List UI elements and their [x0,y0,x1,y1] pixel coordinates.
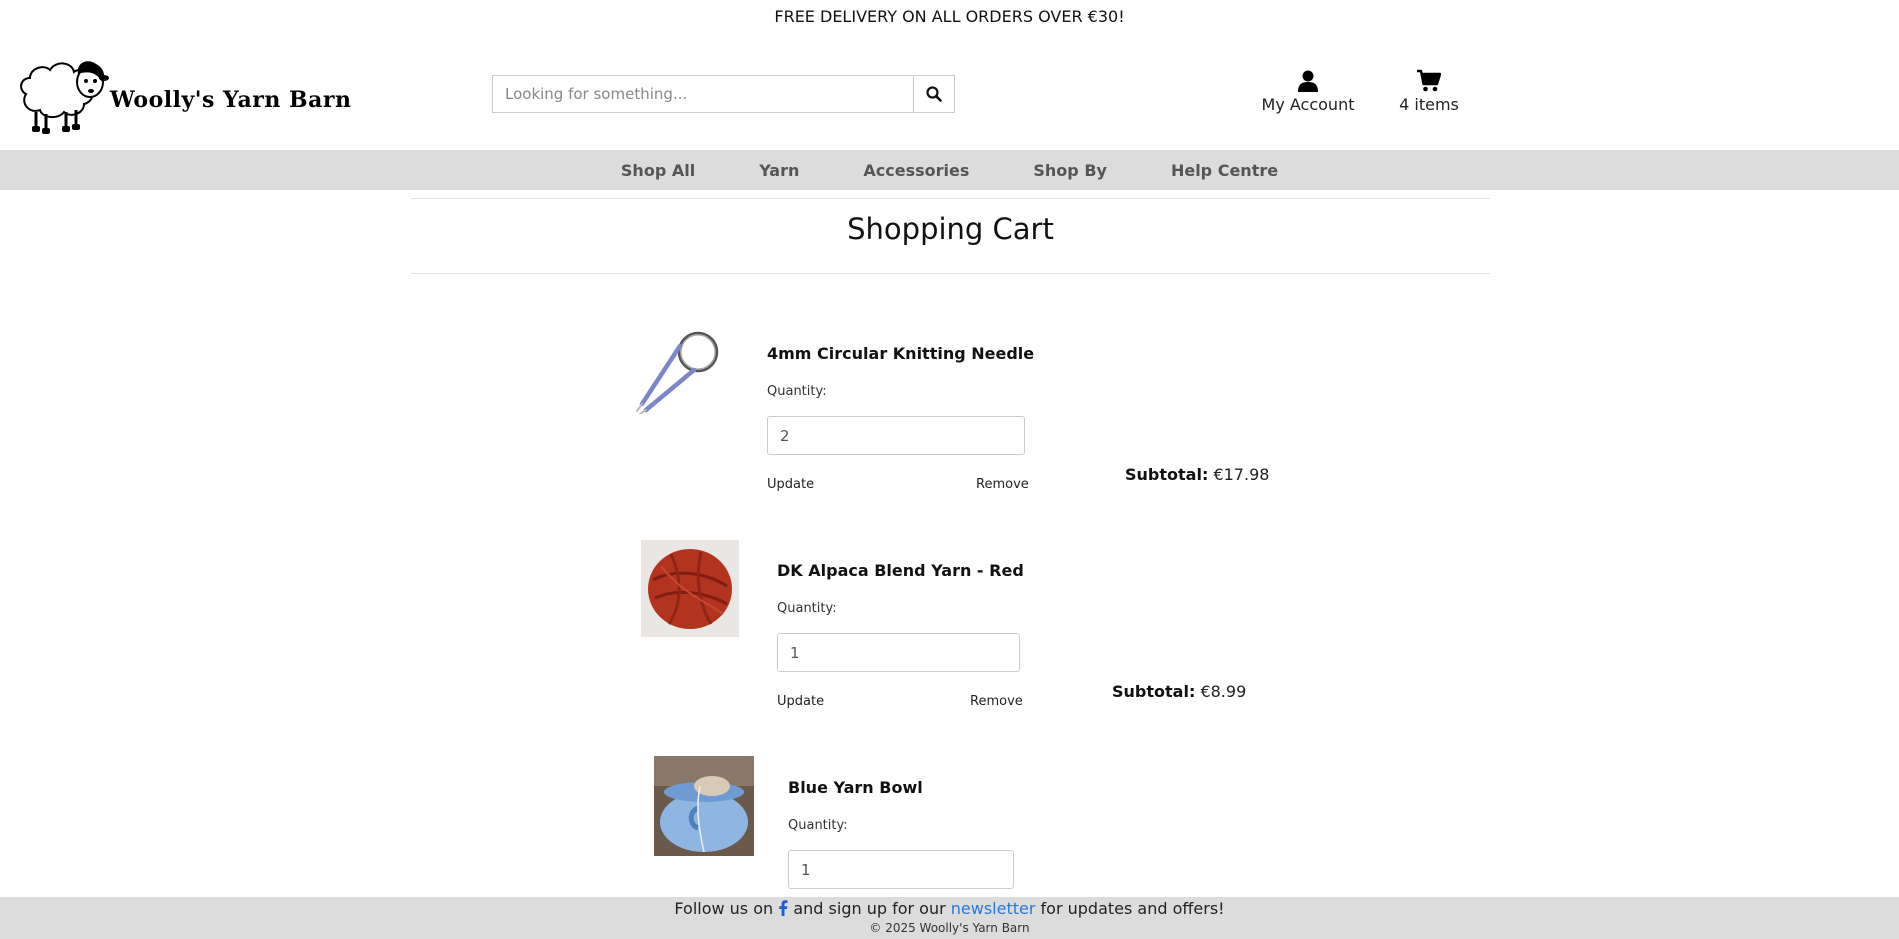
subtotal-value: €8.99 [1200,682,1247,701]
my-account-link[interactable]: My Account [1246,69,1370,114]
divider [411,273,1490,274]
nav-item-shop-all[interactable]: Shop All [589,161,727,180]
nav-item-yarn[interactable]: Yarn [727,161,831,180]
copyright: © 2025 Woolly's Yarn Barn [869,921,1030,935]
item-name[interactable]: 4mm Circular Knitting Needle [767,344,1034,363]
cart-count: 4 items [1399,95,1459,114]
update-button[interactable]: Update [777,694,824,709]
quantity-label: Quantity: [788,818,848,833]
footer-follow-prefix: Follow us on [674,899,774,918]
item-subtotal: Subtotal: €17.98 [1125,465,1269,484]
newsletter-link[interactable]: newsletter [951,899,1036,918]
blue-yarn-bowl-image [654,756,754,856]
brand-name: Woolly's Yarn Barn [110,87,352,113]
nav-item-shop-by[interactable]: Shop By [1001,161,1139,180]
main-nav: Shop All Yarn Accessories Shop By Help C… [0,150,1899,190]
subtotal-label: Subtotal: [1125,465,1209,484]
free-delivery-banner: FREE DELIVERY ON ALL ORDERS OVER €30! [774,7,1125,26]
cart-link[interactable]: 4 items [1374,69,1484,114]
divider [411,198,1490,199]
sheep-icon [20,61,109,134]
footer-follow-suffix: for updates and offers! [1040,899,1225,918]
red-yarn-ball-image [641,540,739,637]
quantity-input[interactable] [777,633,1020,672]
footer-follow-line: Follow us on and sign up for our newslet… [0,897,1899,920]
nav-item-help-centre[interactable]: Help Centre [1139,161,1310,180]
subtotal-value: €17.98 [1213,465,1270,484]
footer-follow-middle: and sign up for our [793,899,946,918]
item-subtotal: Subtotal: €8.99 [1112,682,1246,701]
search-input[interactable] [493,76,913,112]
my-account-label: My Account [1261,95,1355,114]
update-button[interactable]: Update [767,477,814,492]
item-name[interactable]: DK Alpaca Blend Yarn - Red [777,561,1024,580]
user-icon [1298,70,1318,92]
subtotal-label: Subtotal: [1112,682,1196,701]
quantity-input[interactable] [767,416,1025,455]
search-button[interactable] [913,76,954,112]
page-title: Shopping Cart [847,212,1054,246]
quantity-label: Quantity: [767,384,827,399]
site-logo[interactable]: Woolly's Yarn Barn [16,54,351,138]
facebook-icon[interactable] [778,898,788,920]
quantity-label: Quantity: [777,601,837,616]
site-footer: Follow us on and sign up for our newslet… [0,897,1899,939]
remove-button[interactable]: Remove [976,477,1029,492]
item-name[interactable]: Blue Yarn Bowl [788,778,923,797]
nav-item-accessories[interactable]: Accessories [831,161,1001,180]
quantity-input[interactable] [788,850,1014,889]
circular-needle-image [636,331,719,414]
search-bar [492,75,955,113]
remove-button[interactable]: Remove [970,694,1023,709]
shopping-cart-icon [1417,69,1441,92]
search-icon [926,86,942,102]
